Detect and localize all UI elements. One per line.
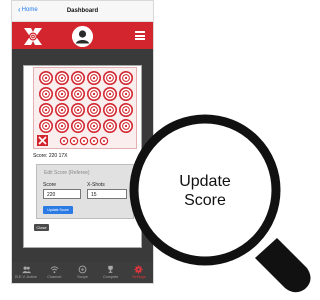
- bullseye-target: [69, 136, 79, 146]
- bullseye-target: [39, 86, 53, 101]
- xshots-label: X-Shots: [87, 182, 105, 188]
- bullseye-target: [79, 136, 89, 146]
- scope-icon: [78, 265, 87, 274]
- page-title: Dashboard: [66, 8, 99, 14]
- bullseye-target: [54, 71, 69, 85]
- bullseye-target: [39, 71, 53, 85]
- tab-label: Compete: [102, 275, 119, 279]
- bullseye-target: [70, 102, 85, 117]
- bullseye-target: [103, 102, 118, 117]
- bullseye-target: [54, 118, 69, 133]
- bullseye-target: [86, 102, 101, 117]
- tab-scope[interactable]: Scope: [69, 265, 95, 279]
- users-icon: [22, 266, 31, 274]
- user-avatar-icon[interactable]: [72, 26, 93, 47]
- bullseye-target: [54, 102, 69, 117]
- bullseye-target: [39, 102, 53, 117]
- bullseye-target: [103, 71, 118, 85]
- trophy-icon: [108, 265, 113, 273]
- tab-channel[interactable]: Channel: [41, 265, 67, 279]
- bullseye-target: [54, 86, 69, 101]
- bullseye-target: [103, 86, 118, 101]
- tab-label: Channel: [47, 275, 62, 279]
- update-score-button[interactable]: Update Score: [43, 206, 73, 214]
- bullseye-target: [89, 136, 99, 146]
- x-target-logo-icon[interactable]: [22, 27, 44, 46]
- score-label: Score: [43, 182, 57, 188]
- tab-label: Scope: [77, 275, 88, 279]
- bullseye-target: [86, 86, 101, 101]
- tab-label: B.E.V. Active: [15, 275, 37, 279]
- tab-bev-active[interactable]: B.E.V. Active: [13, 265, 39, 279]
- bullseye-target: [70, 118, 85, 133]
- xshots-input[interactable]: 15: [87, 189, 127, 199]
- nav-bar: ‹ Home Dashboard: [12, 1, 153, 22]
- bullseye-target: [70, 71, 85, 85]
- bullseye-target: [99, 136, 109, 146]
- bullseye-target: [119, 71, 134, 85]
- hamburger-menu-icon[interactable]: [135, 31, 145, 40]
- app-header: [12, 22, 153, 50]
- close-button[interactable]: Close: [34, 224, 49, 231]
- edit-score-panel: Edit Score (Referee) Score X-Shots 220 1…: [36, 164, 134, 219]
- score-input[interactable]: 220: [43, 189, 81, 199]
- bullseye-target: [103, 118, 118, 133]
- bullseye-target: [39, 118, 53, 133]
- wifi-icon: [50, 266, 59, 274]
- edit-score-title: Edit Score (Referee): [44, 170, 90, 176]
- bullseye-target: [86, 118, 101, 133]
- callout-line-1: Update: [179, 173, 231, 190]
- tab-compete[interactable]: Compete: [98, 265, 124, 279]
- callout-text: Update Score: [160, 172, 250, 210]
- bullseye-target: [70, 86, 85, 101]
- callout-line-2: Score: [184, 192, 226, 209]
- score-summary: Score: 220 17X: [33, 153, 68, 159]
- bullseye-target: [86, 71, 101, 85]
- bullseye-target: [59, 136, 69, 146]
- target-sheet-image: [33, 67, 137, 149]
